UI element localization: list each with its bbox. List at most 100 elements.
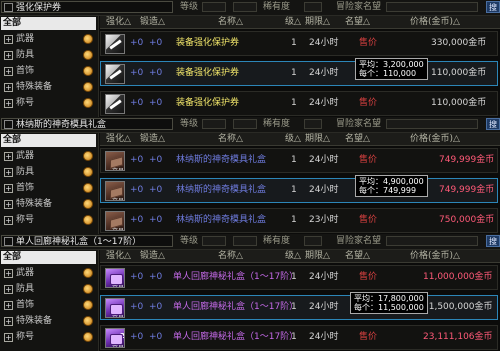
- col-forge[interactable]: 锻造△: [140, 250, 165, 262]
- rarity-dropdown[interactable]: 稀有度: [263, 1, 290, 13]
- table-row[interactable]: +0 +0 装备强化保护券 1 24小时 售价 330,000金币: [100, 31, 498, 56]
- col-reputation[interactable]: 名望△: [345, 250, 370, 262]
- table-row[interactable]: 交易 +0 +0 林纳斯的神奇模具礼盒 1 23小时 售价 750,000金币: [100, 208, 498, 233]
- magnifier-icon[interactable]: [83, 268, 93, 278]
- expand-icon[interactable]: +: [4, 269, 13, 278]
- expand-icon[interactable]: +: [4, 83, 13, 92]
- category-weapon[interactable]: + 武器: [1, 33, 96, 46]
- category-all[interactable]: 全部: [1, 251, 96, 264]
- category-jewelry[interactable]: + 首饰: [1, 65, 96, 78]
- reputation-field[interactable]: [386, 236, 478, 246]
- magnifier-icon[interactable]: [83, 167, 93, 177]
- expand-icon[interactable]: +: [4, 51, 13, 60]
- col-forge[interactable]: 锻造△: [140, 16, 165, 28]
- category-title[interactable]: + 称号: [1, 214, 96, 227]
- magnifier-icon[interactable]: [83, 82, 93, 92]
- level-max-field[interactable]: [233, 236, 257, 246]
- category-armor[interactable]: + 防具: [1, 166, 96, 179]
- search-button[interactable]: 搜: [486, 118, 500, 130]
- col-level[interactable]: 级△: [285, 16, 301, 28]
- col-forge[interactable]: 锻造△: [140, 133, 165, 145]
- magnifier-icon[interactable]: [83, 199, 93, 209]
- search-button[interactable]: 搜: [486, 1, 500, 13]
- col-period[interactable]: 期限△: [305, 16, 330, 28]
- expand-icon[interactable]: +: [4, 285, 13, 294]
- col-enhance[interactable]: 强化△: [106, 133, 131, 145]
- search-input[interactable]: 强化保护券: [1, 1, 173, 13]
- col-name[interactable]: 名称△: [218, 16, 243, 28]
- category-jewelry[interactable]: + 首饰: [1, 182, 96, 195]
- reputation-field[interactable]: [386, 119, 478, 129]
- magnifier-icon[interactable]: [83, 98, 93, 108]
- category-special-equipment[interactable]: + 特殊装备: [1, 81, 96, 94]
- level-min-field[interactable]: [202, 2, 226, 12]
- expand-icon[interactable]: +: [4, 67, 13, 76]
- col-enhance[interactable]: 强化△: [106, 16, 131, 28]
- search-input[interactable]: 林纳斯的神奇模具礼盒: [1, 118, 173, 130]
- magnifier-icon[interactable]: [83, 215, 93, 225]
- table-row[interactable]: +0 +0 装备强化保护券 1 24小时 售价 110,000金币: [100, 91, 498, 116]
- category-weapon[interactable]: + 武器: [1, 267, 96, 280]
- category-title[interactable]: + 称号: [1, 331, 96, 344]
- expand-icon[interactable]: +: [4, 168, 13, 177]
- table-row-selected[interactable]: 交易 +0 +0 林纳斯的神奇模具礼盒 1 24小时 749,999金币: [100, 178, 498, 203]
- expand-icon[interactable]: +: [4, 184, 13, 193]
- category-title[interactable]: + 称号: [1, 97, 96, 110]
- col-name[interactable]: 名称△: [218, 133, 243, 145]
- level-max-field[interactable]: [233, 119, 257, 129]
- category-special-equipment[interactable]: + 特殊装备: [1, 315, 96, 328]
- category-all[interactable]: 全部: [1, 134, 96, 147]
- table-row[interactable]: 交易 +0 +0 林纳斯的神奇模具礼盒 1 24小时 售价 749,999金币: [100, 148, 498, 173]
- level-min-field[interactable]: [202, 236, 226, 246]
- expand-icon[interactable]: +: [4, 200, 13, 209]
- col-price[interactable]: 价格(金币)△: [410, 16, 460, 28]
- expand-icon[interactable]: +: [4, 99, 13, 108]
- category-all[interactable]: 全部: [1, 17, 96, 30]
- col-name[interactable]: 名称△: [218, 250, 243, 262]
- magnifier-icon[interactable]: [83, 66, 93, 76]
- category-jewelry[interactable]: + 首饰: [1, 299, 96, 312]
- col-price[interactable]: 价格(金币)△: [410, 133, 460, 145]
- rarity-select[interactable]: [304, 236, 322, 246]
- expand-icon[interactable]: +: [4, 317, 13, 326]
- reputation-field[interactable]: [386, 2, 478, 12]
- expand-icon[interactable]: +: [4, 35, 13, 44]
- col-enhance[interactable]: 强化△: [106, 250, 131, 262]
- category-weapon[interactable]: + 武器: [1, 150, 96, 163]
- rarity-dropdown[interactable]: 稀有度: [263, 235, 290, 247]
- expand-icon[interactable]: +: [4, 301, 13, 310]
- col-level[interactable]: 级△: [285, 133, 301, 145]
- magnifier-icon[interactable]: [83, 284, 93, 294]
- magnifier-icon[interactable]: [83, 332, 93, 342]
- expand-icon[interactable]: +: [4, 333, 13, 342]
- col-period[interactable]: 期限△: [305, 250, 330, 262]
- expand-icon[interactable]: +: [4, 152, 13, 161]
- expand-icon[interactable]: +: [4, 216, 13, 225]
- category-special-equipment[interactable]: + 特殊装备: [1, 198, 96, 211]
- col-period[interactable]: 期限△: [305, 133, 330, 145]
- col-price[interactable]: 价格(金币)△: [410, 250, 460, 262]
- tooltip-average: 平均：17,800,000: [354, 294, 424, 303]
- col-reputation[interactable]: 名望△: [345, 133, 370, 145]
- table-row-selected[interactable]: 交易 +0 +0 单人回廊神秘礼盒（1～17阶） 1 24小时 11,500,0…: [100, 295, 498, 320]
- magnifier-icon[interactable]: [83, 316, 93, 326]
- table-row[interactable]: 2 交易 +0 +0 单人回廊神秘礼盒（1～17阶） 1 24小时 售价 23,1…: [100, 325, 498, 350]
- table-row[interactable]: 交易 +0 +0 单人回廊神秘礼盒（1～17阶） 1 24小时 售价 11,00…: [100, 265, 498, 290]
- magnifier-icon[interactable]: [83, 183, 93, 193]
- rarity-dropdown[interactable]: 稀有度: [263, 118, 290, 130]
- table-row-selected[interactable]: +0 +0 装备强化保护券 1 24小时 110,000金币: [100, 61, 498, 86]
- magnifier-icon[interactable]: [83, 34, 93, 44]
- level-min-field[interactable]: [202, 119, 226, 129]
- magnifier-icon[interactable]: [83, 300, 93, 310]
- category-armor[interactable]: + 防具: [1, 283, 96, 296]
- rarity-select[interactable]: [304, 2, 322, 12]
- magnifier-icon[interactable]: [83, 50, 93, 60]
- magnifier-icon[interactable]: [83, 151, 93, 161]
- col-reputation[interactable]: 名望△: [345, 16, 370, 28]
- level-max-field[interactable]: [233, 2, 257, 12]
- rarity-select[interactable]: [304, 119, 322, 129]
- col-level[interactable]: 级△: [285, 250, 301, 262]
- category-armor[interactable]: + 防具: [1, 49, 96, 62]
- search-input[interactable]: 单人回廊神秘礼盒（1～17阶）: [1, 235, 173, 247]
- search-button[interactable]: 搜: [486, 235, 500, 247]
